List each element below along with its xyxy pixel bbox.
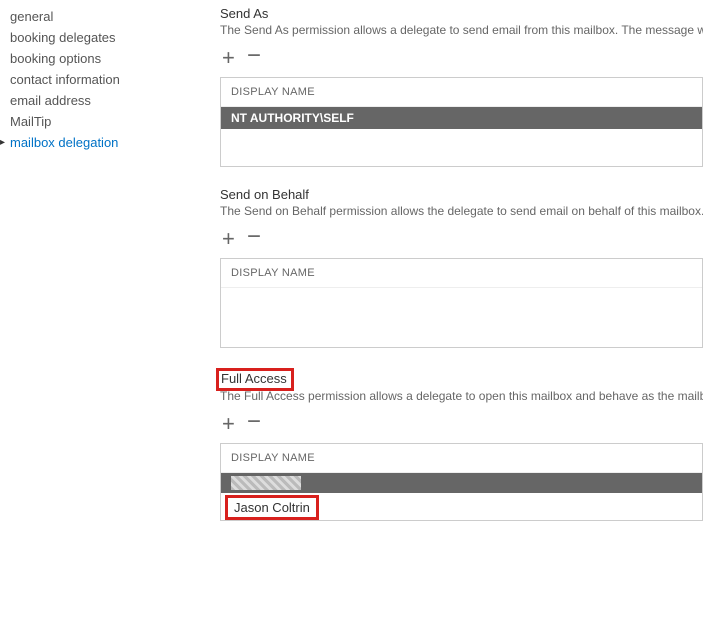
column-header: DISPLAY NAME (221, 444, 702, 473)
column-header: DISPLAY NAME (221, 259, 702, 288)
remove-icon[interactable]: − (247, 44, 261, 68)
column-header: DISPLAY NAME (221, 78, 702, 107)
table-row-user[interactable]: Jason Coltrin (234, 500, 310, 515)
sidebar-item-booking-delegates[interactable]: booking delegates (10, 27, 190, 48)
add-icon[interactable]: + (222, 47, 235, 69)
remove-icon[interactable]: − (247, 225, 261, 249)
sidebar-item-mailbox-delegation[interactable]: mailbox delegation (10, 132, 190, 153)
add-icon[interactable]: + (222, 413, 235, 435)
sidebar-item-contact-information[interactable]: contact information (10, 69, 190, 90)
sidebar-item-mailtip[interactable]: MailTip (10, 111, 190, 132)
highlight-annotation: Full Access (220, 368, 703, 391)
send-as-list[interactable]: DISPLAY NAME NT AUTHORITY\SELF (220, 77, 703, 167)
section-desc: The Full Access permission allows a dele… (220, 389, 703, 403)
full-access-list[interactable]: DISPLAY NAME Jason Coltrin (220, 443, 703, 521)
section-title: Full Access (221, 371, 287, 386)
table-row[interactable] (221, 473, 702, 493)
section-full-access: Full Access The Full Access permission a… (220, 368, 703, 521)
table-row[interactable]: NT AUTHORITY\SELF (221, 107, 702, 129)
section-desc: The Send on Behalf permission allows the… (220, 204, 703, 218)
sidebar: general booking delegates booking option… (0, 0, 190, 641)
section-send-on-behalf: Send on Behalf The Send on Behalf permis… (220, 187, 703, 348)
section-title: Send on Behalf (220, 187, 703, 202)
section-desc: The Send As permission allows a delegate… (220, 23, 703, 37)
send-on-behalf-list[interactable]: DISPLAY NAME (220, 258, 703, 348)
add-icon[interactable]: + (222, 228, 235, 250)
redacted-text (231, 476, 301, 490)
main-content: Send As The Send As permission allows a … (190, 0, 703, 641)
section-send-as: Send As The Send As permission allows a … (220, 6, 703, 167)
highlight-annotation: Jason Coltrin (221, 493, 702, 520)
sidebar-item-booking-options[interactable]: booking options (10, 48, 190, 69)
sidebar-item-email-address[interactable]: email address (10, 90, 190, 111)
section-title: Send As (220, 6, 703, 21)
remove-icon[interactable]: − (247, 410, 261, 434)
sidebar-item-general[interactable]: general (10, 6, 190, 27)
